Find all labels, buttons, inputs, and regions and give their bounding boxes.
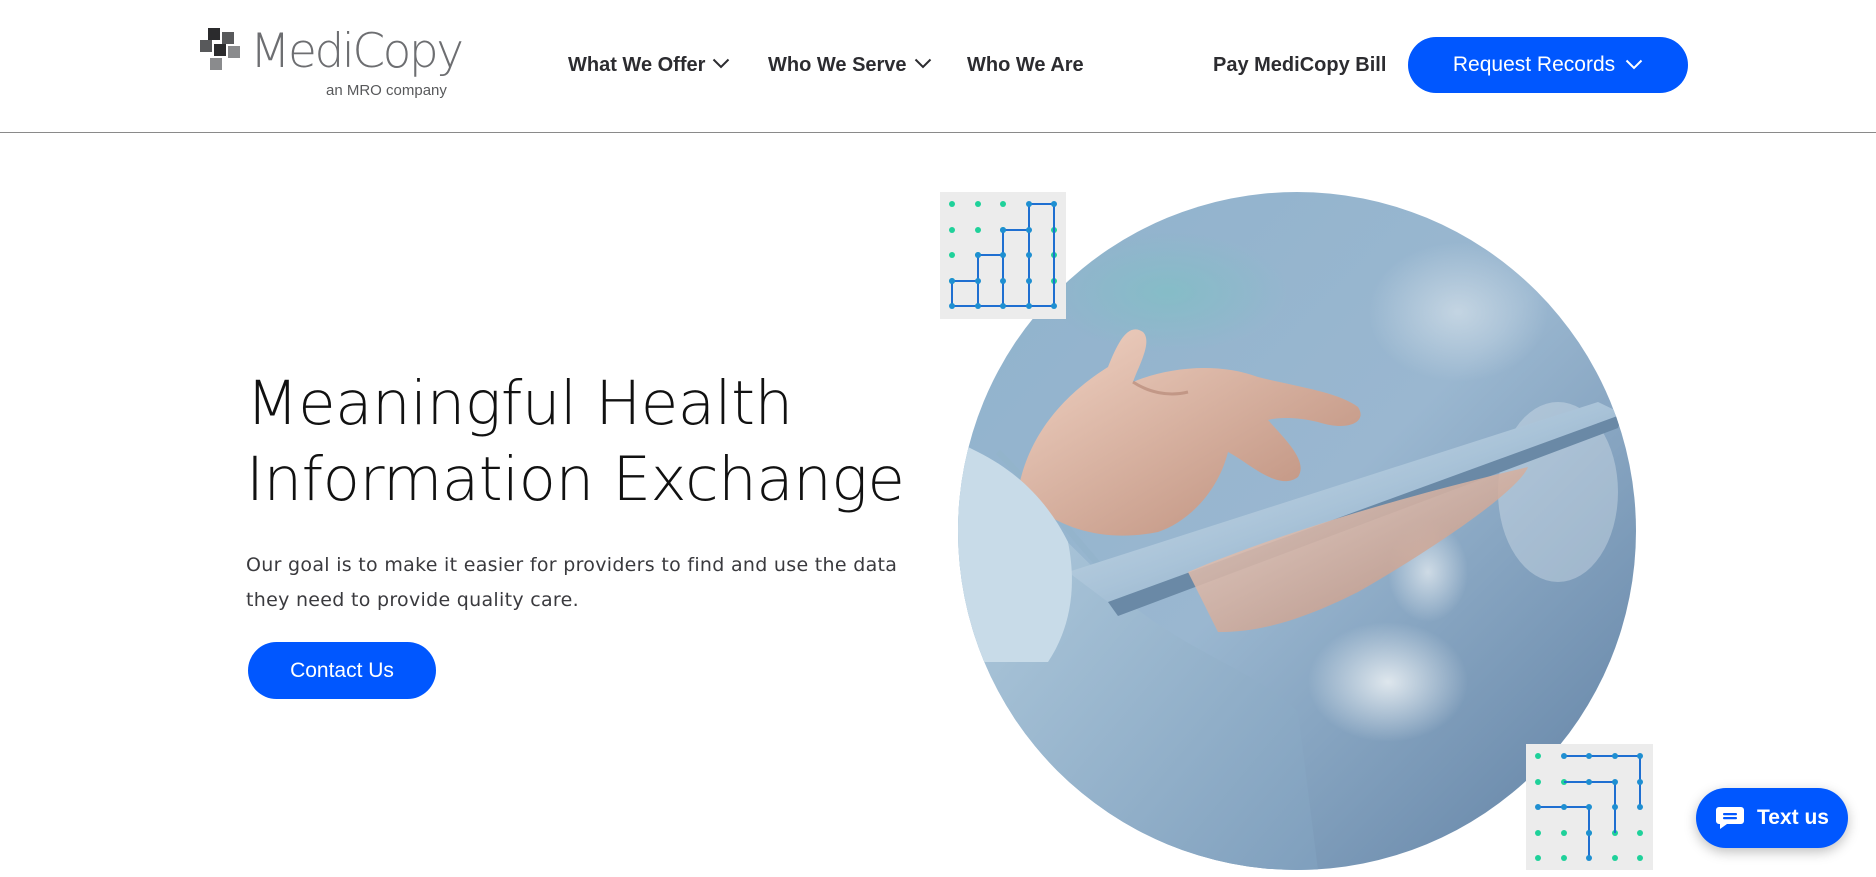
dot-grid-decoration — [1526, 744, 1653, 870]
chevron-down-icon — [1625, 59, 1643, 69]
hero-subtitle-line: they need to provide quality care. — [246, 589, 579, 611]
hero-subtitle-line: Our goal is to make it easier for provid… — [246, 554, 898, 576]
site-header: MediCopy an MRO company What We Offer Wh… — [0, 0, 1876, 133]
hero-title-line: Meaningful Health — [246, 368, 793, 439]
request-records-button[interactable]: Request Records — [1408, 37, 1688, 93]
logo-tagline: an MRO company — [326, 82, 447, 99]
nav-item-who-we-serve[interactable]: Who We Serve — [768, 50, 932, 80]
nav-item-label: Who We Serve — [768, 53, 907, 76]
medicopy-logo[interactable]: MediCopy an MRO company — [200, 24, 464, 104]
logo-wordmark: MediCopy — [250, 24, 464, 79]
hero-subtitle: Our goal is to make it easier for provid… — [246, 548, 926, 618]
hero-title-line: Information Exchange — [246, 444, 905, 515]
text-us-label: Text us — [1757, 806, 1829, 829]
pay-bill-link[interactable]: Pay MediCopy Bill — [1213, 50, 1386, 80]
hero-title: Meaningful Health Information Exchange — [246, 366, 906, 518]
chat-bubble-icon — [1715, 805, 1745, 831]
contact-us-label: Contact Us — [290, 658, 394, 682]
nav-item-who-we-are[interactable]: Who We Are — [967, 50, 1084, 80]
nav-item-label: Who We Are — [967, 53, 1084, 76]
chevron-down-icon — [713, 58, 730, 69]
request-records-label: Request Records — [1452, 53, 1616, 76]
chevron-down-icon — [914, 58, 931, 69]
pay-bill-label: Pay MediCopy Bill — [1213, 53, 1387, 76]
dot-grid-decoration — [940, 192, 1066, 319]
text-us-chat-button[interactable]: Text us — [1696, 788, 1848, 848]
nav-item-what-we-offer[interactable]: What We Offer — [568, 50, 730, 80]
nav-item-label: What We Offer — [568, 53, 706, 76]
contact-us-button[interactable]: Contact Us — [248, 642, 436, 699]
medicopy-logo-icon — [200, 28, 240, 70]
